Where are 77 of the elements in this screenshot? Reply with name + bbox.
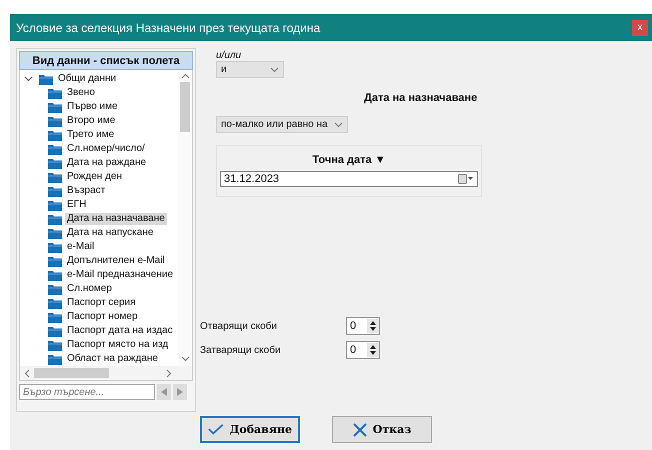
horizontal-scrollbar[interactable] xyxy=(20,366,192,380)
scroll-left-icon[interactable] xyxy=(24,368,30,378)
folder-icon xyxy=(48,200,62,210)
vertical-scrollbar[interactable] xyxy=(178,70,192,366)
caret-down-icon xyxy=(334,122,343,128)
tree-item[interactable]: Област на раждане xyxy=(65,353,160,365)
bracket-label: Отварящи скоби xyxy=(200,320,278,332)
folder-icon xyxy=(48,284,62,294)
tree-item[interactable]: Второ име xyxy=(65,115,118,127)
folder-icon xyxy=(48,116,62,126)
checkmark-icon xyxy=(208,423,224,436)
folder-icon xyxy=(48,158,62,168)
tree-item[interactable]: Дата на раждане xyxy=(65,157,148,169)
folder-icon xyxy=(48,102,62,112)
tree-item[interactable]: Паспорт място на изд xyxy=(65,339,170,351)
tree-item[interactable]: Трето име xyxy=(65,129,116,141)
close-button[interactable]: x xyxy=(632,20,648,36)
folder-icon xyxy=(48,326,62,336)
tree-item[interactable]: Дата на напускане xyxy=(65,227,156,239)
folder-icon xyxy=(48,256,62,266)
tree-item[interactable]: Сл.номер xyxy=(65,283,114,295)
folder-icon xyxy=(48,354,62,364)
tree-item[interactable]: Дата на назначаване xyxy=(65,213,167,225)
scrollbar-thumb[interactable] xyxy=(34,368,109,378)
bracket-spinner[interactable]: 0 xyxy=(346,341,380,359)
next-button[interactable] xyxy=(173,384,187,400)
close-icon xyxy=(352,422,367,436)
folder-icon xyxy=(48,144,62,154)
spin-arrows-icon[interactable] xyxy=(367,319,379,333)
expand-caret-icon[interactable] xyxy=(24,76,33,82)
folder-icon xyxy=(48,88,62,98)
caret-down-icon xyxy=(270,66,279,72)
tree-item[interactable]: Общи данни xyxy=(56,73,118,85)
scrollbar-thumb[interactable] xyxy=(180,82,190,132)
tree-item[interactable]: Паспорт дата на издас xyxy=(65,325,175,337)
bracket-spinner[interactable]: 0 xyxy=(346,317,380,335)
tree-item[interactable]: Паспорт серия xyxy=(65,297,138,309)
tree-item[interactable]: Допълнителен e-Mail xyxy=(65,255,167,267)
tree-item[interactable]: e-Mail xyxy=(65,241,96,253)
previous-button[interactable] xyxy=(157,384,171,400)
window-title: Условие за селекция Назначени през текущата година xyxy=(16,20,320,34)
scroll-up-icon[interactable] xyxy=(180,73,190,79)
scroll-right-icon[interactable] xyxy=(166,368,172,378)
add-button[interactable]: Добавяне xyxy=(200,416,300,443)
date-mode-menu[interactable]: Точна дата ▼ xyxy=(312,154,386,166)
tree-item[interactable]: Рожден ден xyxy=(65,171,124,183)
folder-icon xyxy=(48,312,62,322)
logic-dropdown[interactable]: и xyxy=(216,61,284,78)
bracket-label: Затварящи скоби xyxy=(200,344,282,356)
right-triangle-icon xyxy=(177,388,183,396)
cancel-button[interactable]: Отказ xyxy=(332,416,432,443)
tree-item[interactable]: e-Mail предназначение xyxy=(65,269,176,281)
folder-icon xyxy=(39,74,53,84)
tree-item[interactable]: Първо име xyxy=(65,101,120,113)
spin-arrows-icon[interactable] xyxy=(367,343,379,357)
folder-icon xyxy=(48,298,62,308)
date-field[interactable]: 31.12.2023 xyxy=(220,171,478,187)
folder-icon xyxy=(48,172,62,182)
search-field[interactable]: Бързо търсене... xyxy=(19,384,155,400)
tree-item[interactable]: Сл.номер/число/ xyxy=(65,143,147,155)
folder-icon xyxy=(48,270,62,280)
tree-item[interactable]: Звено xyxy=(65,87,97,99)
scroll-down-icon[interactable] xyxy=(180,356,190,362)
panel-header: Вид данни - списък полета xyxy=(19,51,193,70)
folder-icon xyxy=(48,228,62,238)
folder-icon xyxy=(48,340,62,350)
folder-icon xyxy=(48,130,62,140)
tree-item[interactable]: ЕГН xyxy=(65,199,88,211)
folder-icon xyxy=(48,186,62,196)
tree-item[interactable]: Паспорт номер xyxy=(65,311,140,323)
logic-label: и/или xyxy=(216,50,242,61)
field-title: Дата на назначаване xyxy=(364,92,478,104)
tree-item[interactable]: Възраст xyxy=(65,185,108,197)
left-triangle-icon xyxy=(161,388,167,396)
calendar-icon[interactable] xyxy=(458,174,474,184)
folder-icon xyxy=(48,242,62,252)
operator-dropdown[interactable]: по-малко или равно на xyxy=(216,116,348,133)
